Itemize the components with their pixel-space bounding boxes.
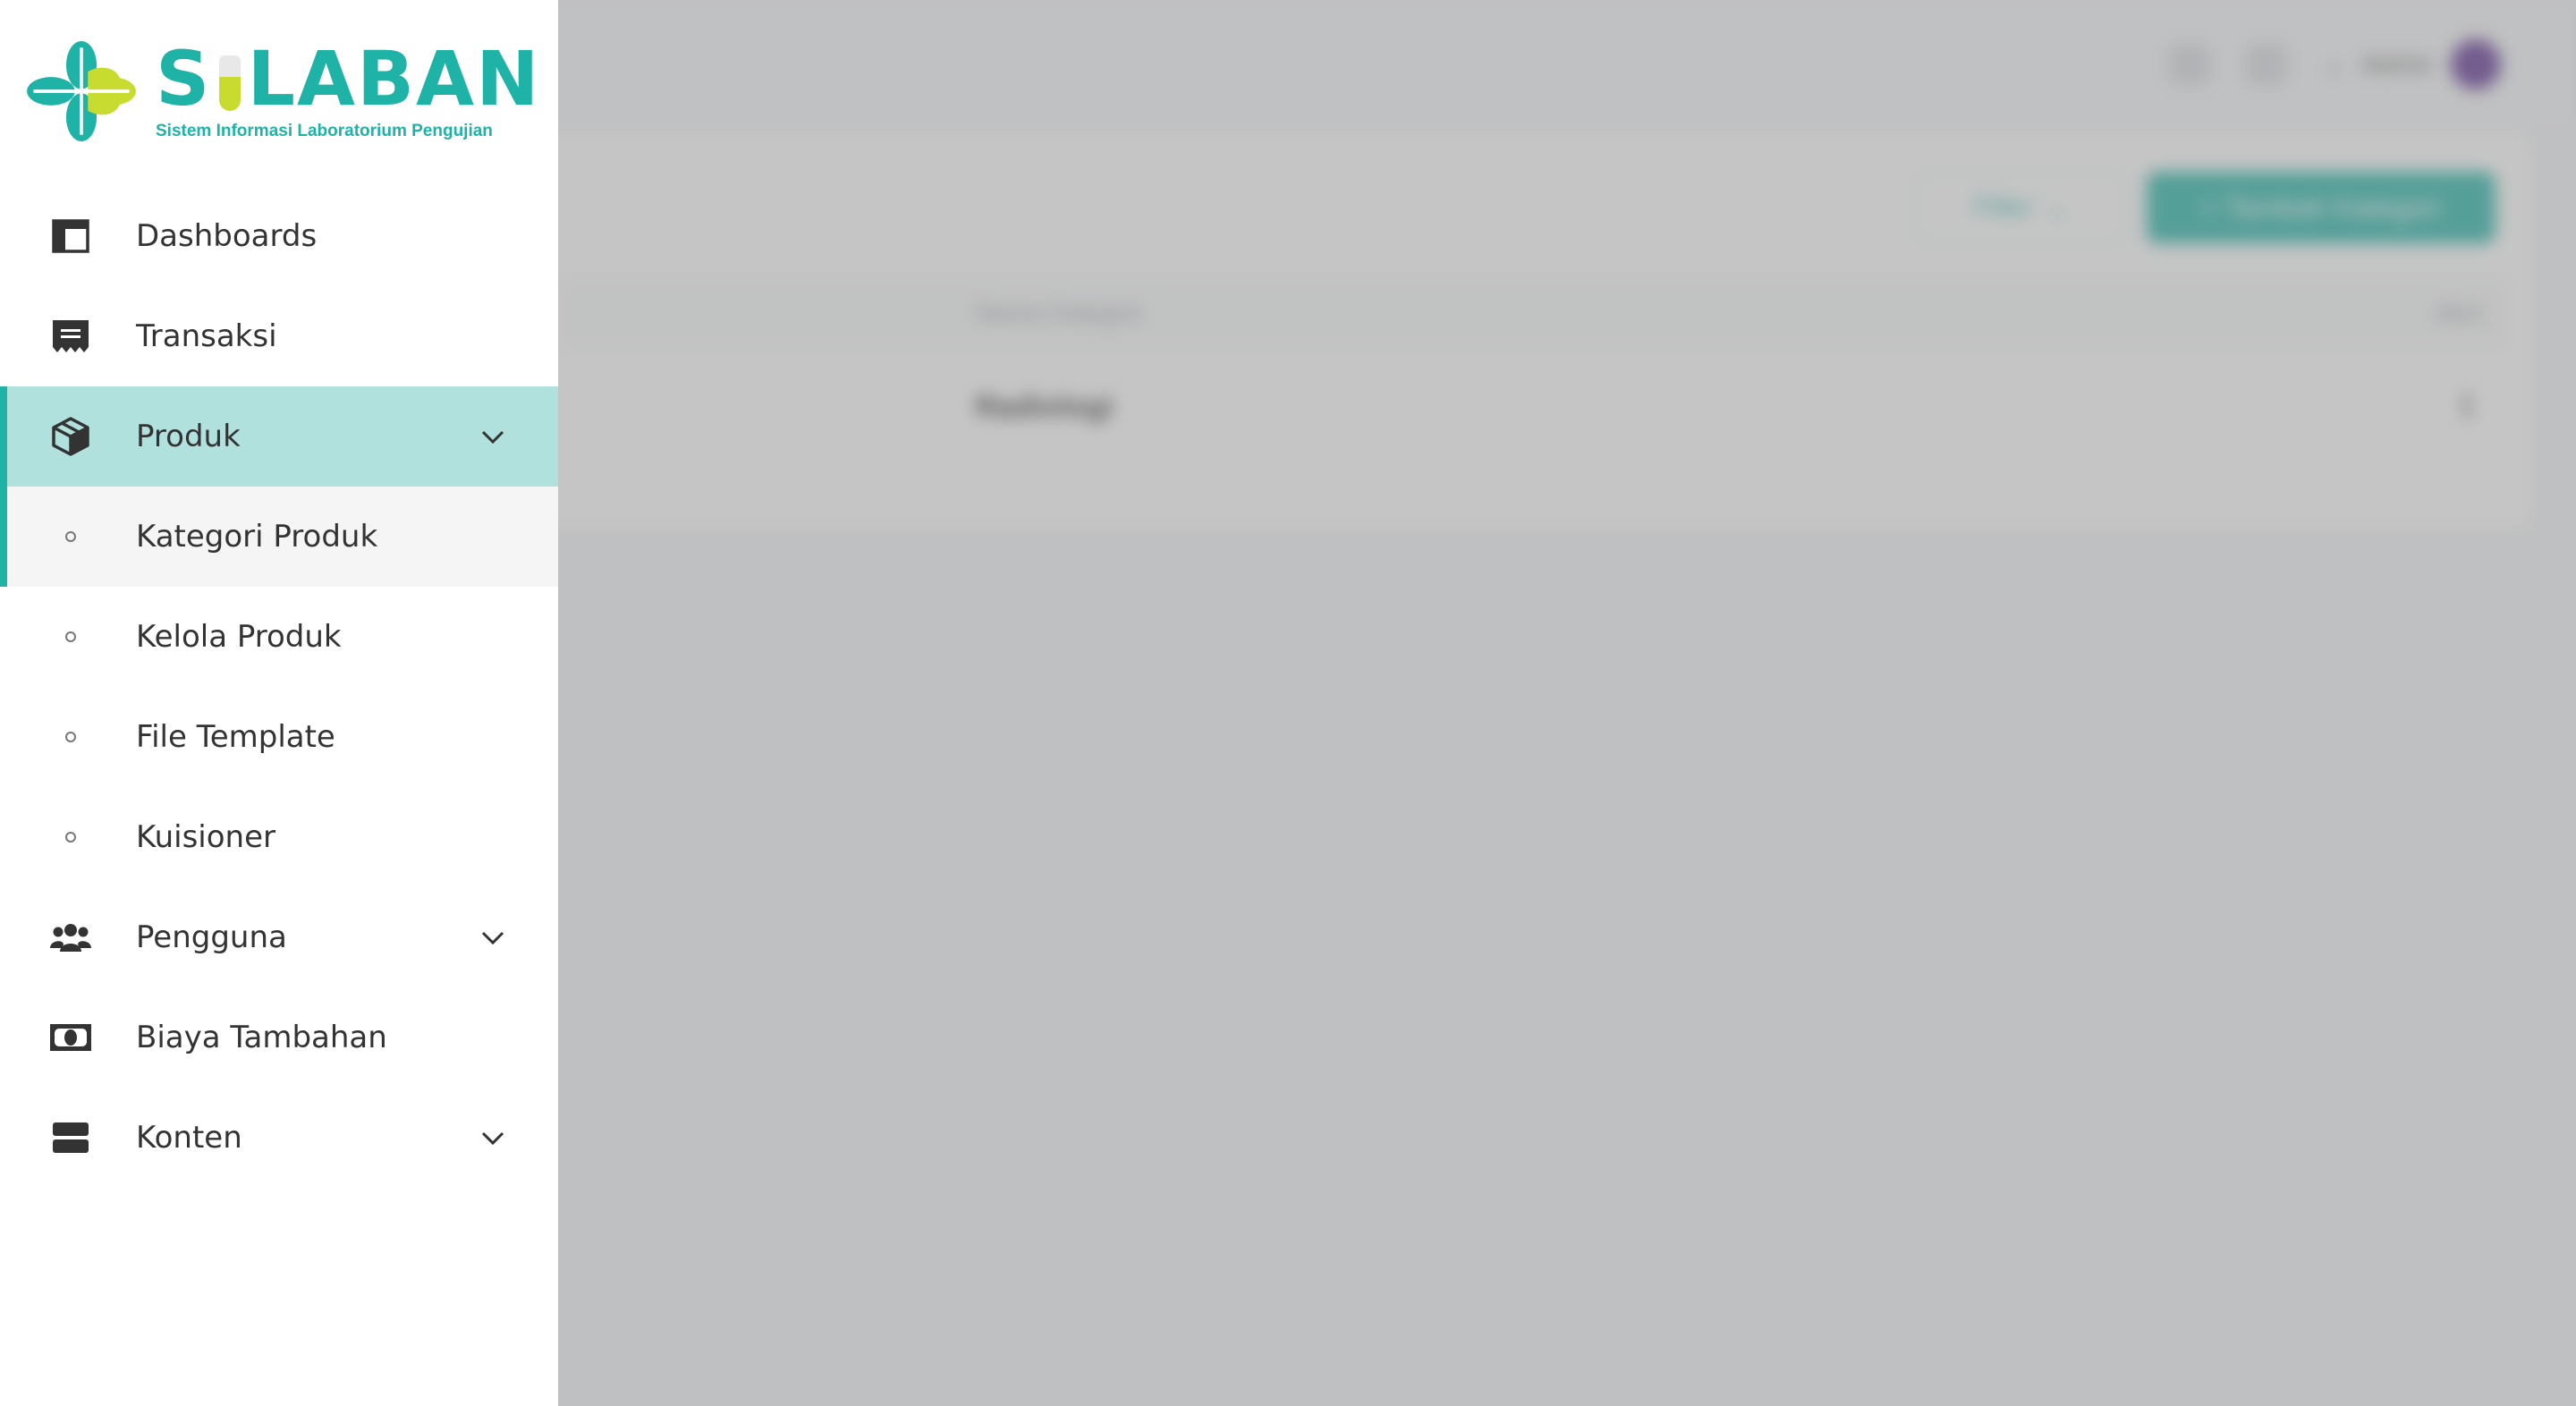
bullet-icon xyxy=(50,716,91,758)
dashboard-icon xyxy=(50,216,91,257)
layers-icon xyxy=(50,1117,91,1158)
sidebar-item-dashboards[interactable]: Dashboards xyxy=(0,186,558,286)
sidebar-subitem-file-template[interactable]: File Template xyxy=(0,687,558,787)
logo-mark-icon xyxy=(27,41,136,141)
sidebar-item-label: Kelola Produk xyxy=(136,619,342,655)
sidebar-subitem-kelola-produk[interactable]: Kelola Produk xyxy=(0,587,558,687)
sidebar-item-label: Produk xyxy=(136,419,241,454)
sidebar-item-label: Dashboards xyxy=(136,218,318,254)
users-icon xyxy=(50,917,91,958)
sidebar-item-transaksi[interactable]: Transaksi xyxy=(0,286,558,386)
sidebar-item-produk[interactable]: Produk xyxy=(0,386,558,487)
sidebar-item-label: Konten xyxy=(136,1120,242,1156)
sidebar-subitem-kategori-produk[interactable]: Kategori Produk xyxy=(0,487,558,587)
sidebar-item-konten[interactable]: Konten xyxy=(0,1088,558,1188)
sidebar-menu: Dashboards Transaksi Produk Kategori Pro… xyxy=(0,186,558,1188)
sidebar-subitem-kuisioner[interactable]: Kuisioner xyxy=(0,787,558,887)
sidebar-item-biaya-tambahan[interactable]: Biaya Tambahan xyxy=(0,987,558,1088)
bullet-icon xyxy=(50,516,91,557)
sidebar-item-label: Biaya Tambahan xyxy=(136,1020,387,1055)
chevron-down-icon xyxy=(481,931,504,945)
logo-text: S LABAN Sistem Informasi Laboratorium Pen… xyxy=(156,41,540,141)
money-icon xyxy=(50,1017,91,1058)
sidebar-item-label: Transaksi xyxy=(136,318,277,354)
sidebar-item-label: Kuisioner xyxy=(136,819,276,855)
bullet-icon xyxy=(50,817,91,858)
sidebar-item-label: File Template xyxy=(136,719,335,755)
bullet-icon xyxy=(50,616,91,657)
test-tube-icon xyxy=(218,55,241,111)
sidebar-item-pengguna[interactable]: Pengguna xyxy=(0,887,558,987)
chevron-down-icon xyxy=(481,1131,504,1146)
sidebar: S LABAN Sistem Informasi Laboratorium Pen… xyxy=(0,0,558,1406)
app-subtitle: Sistem Informasi Laboratorium Pengujian xyxy=(156,122,493,140)
app-title: S LABAN xyxy=(156,35,541,123)
sidebar-item-label: Pengguna xyxy=(136,919,287,955)
receipt-icon xyxy=(50,316,91,357)
app-logo[interactable]: S LABAN Sistem Informasi Laboratorium Pen… xyxy=(27,41,540,141)
chevron-down-icon xyxy=(481,430,504,445)
sidebar-item-label: Kategori Produk xyxy=(136,519,378,555)
box-icon xyxy=(50,416,91,457)
